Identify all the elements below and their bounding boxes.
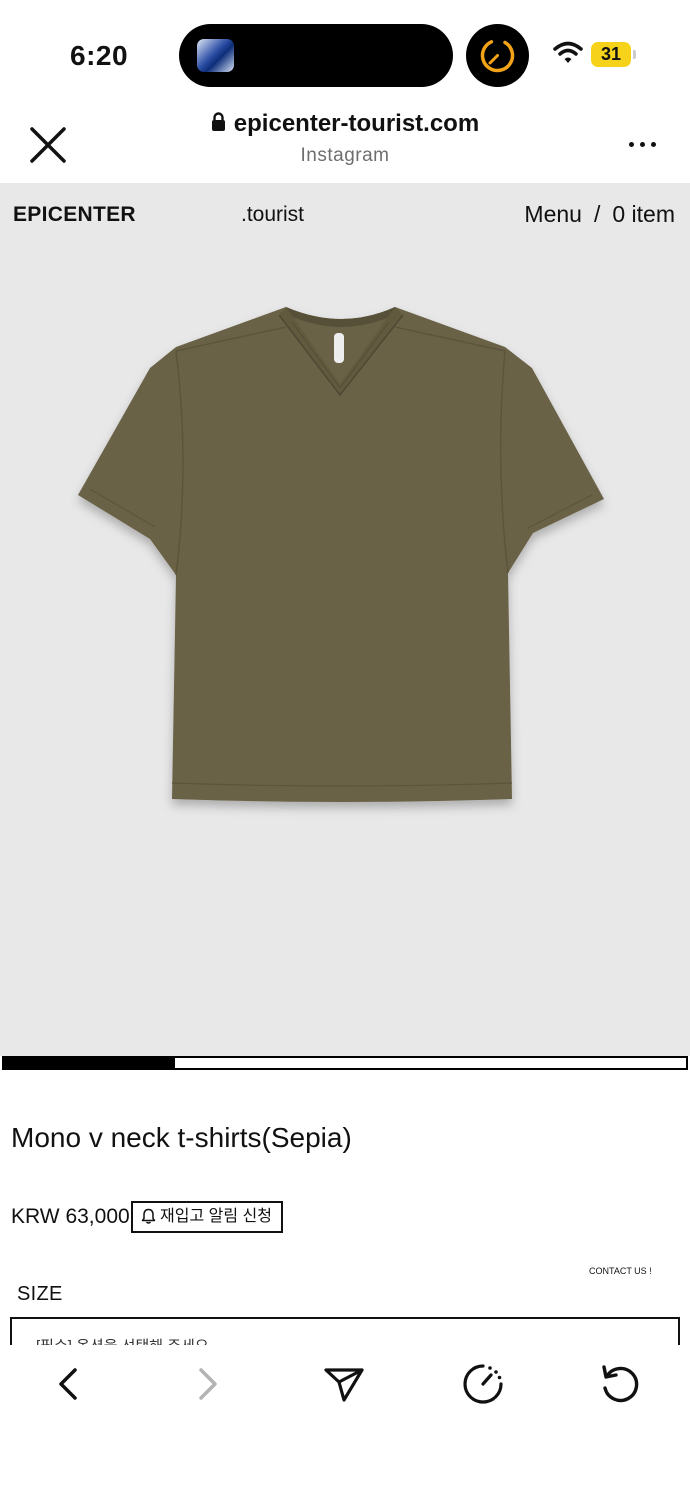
status-time: 6:20 bbox=[70, 40, 129, 71]
product-title: Mono v neck t-shirts(Sepia) bbox=[11, 1122, 352, 1153]
battery-icon: 31 bbox=[591, 42, 631, 67]
sub-brand-link[interactable]: .tourist bbox=[241, 203, 304, 227]
address-bar[interactable]: epicenter-tourist.com bbox=[0, 110, 690, 138]
menu-link[interactable]: Menu bbox=[524, 201, 582, 227]
nav-right: Menu / 0 item bbox=[524, 201, 675, 228]
back-icon[interactable] bbox=[46, 1362, 90, 1406]
cart-link[interactable]: 0 item bbox=[612, 201, 675, 227]
site-header: EPICENTER .tourist Menu / 0 item bbox=[0, 183, 690, 243]
timer-icon[interactable] bbox=[466, 24, 529, 87]
live-activity-thumbnail[interactable] bbox=[197, 39, 234, 72]
contact-us-link[interactable]: CONTACT US ! bbox=[589, 1266, 652, 1276]
forward-icon[interactable] bbox=[186, 1362, 230, 1406]
restock-notify-label: 재입고 알림 신청 bbox=[160, 1208, 272, 1225]
in-app-browser-header: epicenter-tourist.com Instagram bbox=[0, 105, 690, 183]
browser-toolbar bbox=[0, 1345, 690, 1500]
more-icon[interactable] bbox=[626, 139, 660, 151]
dynamic-island[interactable] bbox=[179, 24, 453, 87]
source-app-label: Instagram bbox=[300, 145, 390, 166]
share-icon[interactable] bbox=[322, 1362, 366, 1406]
gallery-progress-bar[interactable] bbox=[2, 1056, 688, 1070]
battery-tip bbox=[633, 50, 636, 59]
restock-notify-button[interactable]: 재입고 알림 신청 bbox=[131, 1201, 283, 1233]
lock-icon bbox=[211, 112, 225, 131]
product-image[interactable] bbox=[0, 243, 690, 1056]
size-label: SIZE bbox=[17, 1283, 63, 1305]
nav-separator: / bbox=[593, 201, 601, 227]
gallery-progress-fill bbox=[4, 1058, 175, 1068]
status-bar: 6:20 31 bbox=[0, 0, 690, 105]
brand-logo[interactable]: EPICENTER bbox=[13, 203, 136, 227]
wifi-icon bbox=[553, 41, 583, 63]
product-price: KRW 63,000 bbox=[11, 1205, 130, 1228]
url-text: epicenter-tourist.com bbox=[233, 110, 480, 137]
reload-icon[interactable] bbox=[598, 1362, 642, 1406]
speed-icon[interactable] bbox=[461, 1362, 505, 1406]
bell-icon bbox=[141, 1208, 156, 1224]
